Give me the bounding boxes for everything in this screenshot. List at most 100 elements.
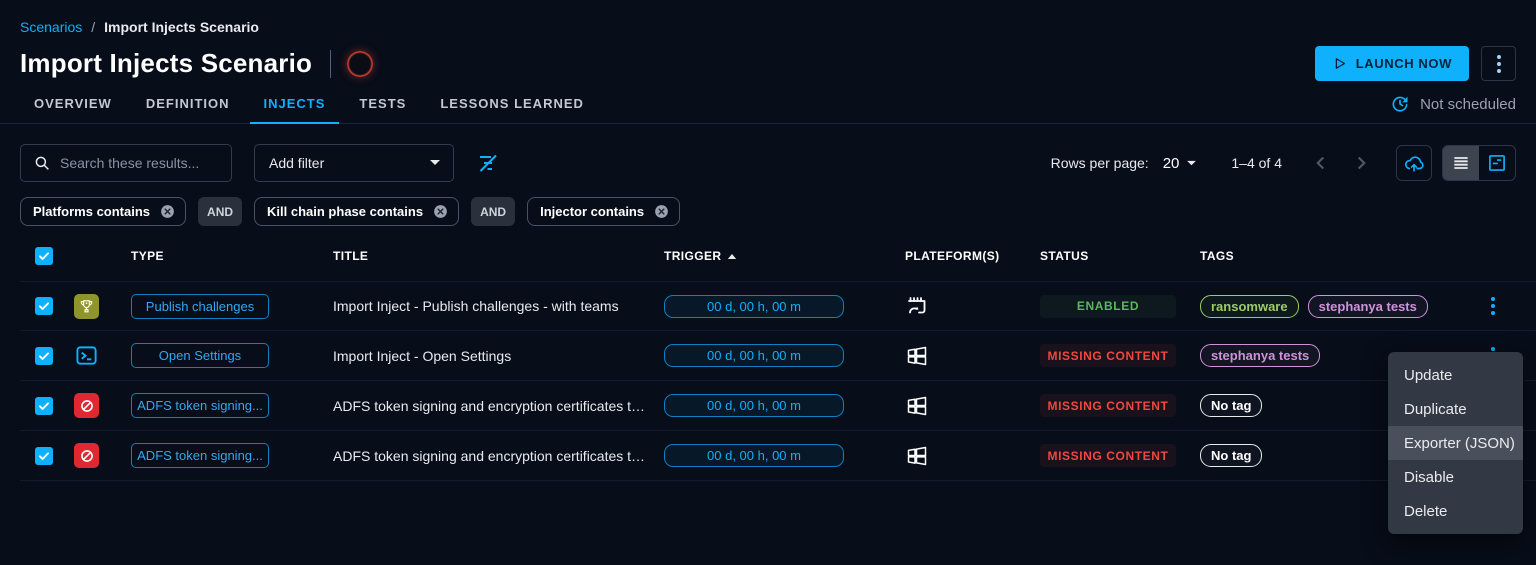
- inject-title: ADFS token signing and encryption certif…: [333, 448, 664, 464]
- pagination-chevrons: [1310, 152, 1372, 174]
- terminal-icon: [74, 343, 99, 368]
- filter-chip[interactable]: Injector contains: [527, 197, 680, 226]
- trophy-icon: [74, 294, 99, 319]
- pagination: Rows per page: 20 1–4 of 4: [1051, 145, 1516, 181]
- column-header-tags[interactable]: TAGS: [1200, 249, 1450, 263]
- row-context-menu: UpdateDuplicateExporter (JSON)DisableDel…: [1388, 352, 1523, 534]
- chip-delete-icon[interactable]: [432, 203, 449, 220]
- scenario-page: Scenarios / Import Injects Scenario Impo…: [0, 0, 1536, 565]
- cloud-upload-icon: [1403, 152, 1425, 174]
- tab-tests[interactable]: TESTS: [345, 96, 420, 123]
- column-header-platforms[interactable]: PLATEFORM(S): [905, 249, 1040, 263]
- chip-delete-icon[interactable]: [653, 203, 670, 220]
- distribution-view-icon: [1487, 153, 1507, 173]
- filter-chip[interactable]: Platforms contains: [20, 197, 186, 226]
- context-menu-item[interactable]: Update: [1388, 358, 1523, 392]
- tab-overview[interactable]: OVERVIEW: [20, 96, 126, 123]
- tag-chip: No tag: [1200, 444, 1262, 467]
- list-view-button[interactable]: [1443, 146, 1479, 180]
- filter-operator-chip: AND: [198, 197, 242, 226]
- chevron-down-icon: [429, 159, 441, 167]
- table-row[interactable]: ADFS token signing... ADFS token signing…: [20, 381, 1536, 431]
- tab-definition[interactable]: DEFINITION: [132, 96, 244, 123]
- filter-chip-label: Injector contains: [540, 204, 644, 219]
- tabs-bar: OVERVIEWDEFINITIONINJECTSTESTSLESSONS LE…: [0, 89, 1536, 124]
- launch-now-label: LAUNCH NOW: [1356, 56, 1452, 71]
- rows-per-page-label: Rows per page:: [1051, 155, 1149, 171]
- inject-type-chip: ADFS token signing...: [131, 443, 269, 468]
- search-icon: [33, 154, 51, 172]
- windows-icon: [905, 444, 1040, 468]
- select-all-checkbox[interactable]: [35, 247, 53, 265]
- row-kebab-button[interactable]: [1487, 293, 1499, 319]
- inject-title: Import Inject - Open Settings: [333, 348, 664, 364]
- inject-type-chip: Open Settings: [131, 343, 269, 368]
- inject-type-chip: Publish challenges: [131, 294, 269, 319]
- sort-asc-icon: [727, 253, 737, 260]
- tab-injects[interactable]: INJECTS: [250, 96, 340, 123]
- distribution-view-button[interactable]: [1479, 146, 1515, 180]
- filter-chip[interactable]: Kill chain phase contains: [254, 197, 459, 226]
- context-menu-item[interactable]: Disable: [1388, 460, 1523, 494]
- rows-per-page-value: 20: [1163, 155, 1180, 172]
- blocked-icon: [74, 393, 99, 418]
- table-row[interactable]: Publish challenges Import Inject - Publi…: [20, 281, 1536, 331]
- context-menu-item[interactable]: Duplicate: [1388, 392, 1523, 426]
- table-row[interactable]: ADFS token signing... ADFS token signing…: [20, 431, 1536, 481]
- tab-lessons-learned[interactable]: LESSONS LEARNED: [426, 96, 598, 123]
- column-header-trigger[interactable]: TRIGGER: [664, 249, 905, 263]
- trigger-chip: 00 d, 00 h, 00 m: [664, 295, 844, 318]
- row-checkbox[interactable]: [35, 397, 53, 415]
- table-header: TYPE TITLE TRIGGER PLATEFORM(S) STATUS T…: [20, 231, 1536, 281]
- kebab-icon: [1497, 55, 1501, 73]
- schedule-status: Not scheduled: [1390, 94, 1516, 123]
- column-header-status[interactable]: STATUS: [1040, 249, 1200, 263]
- breadcrumb-scenarios-link[interactable]: Scenarios: [20, 19, 82, 35]
- context-menu-item[interactable]: Exporter (JSON): [1388, 426, 1523, 460]
- trigger-chip: 00 d, 00 h, 00 m: [664, 394, 844, 417]
- rows-per-page-select[interactable]: 20: [1163, 155, 1198, 172]
- windows-icon: [905, 344, 1040, 368]
- launch-now-button[interactable]: LAUNCH NOW: [1315, 46, 1469, 81]
- table-body: Publish challenges Import Inject - Publi…: [0, 281, 1536, 481]
- add-filter-label: Add filter: [269, 155, 324, 171]
- active-filters-row: Platforms contains AND Kill chain phase …: [0, 182, 1536, 226]
- row-checkbox[interactable]: [35, 447, 53, 465]
- title-row: Import Injects Scenario LAUNCH NOW: [0, 35, 1536, 79]
- chevron-down-icon: [1186, 160, 1197, 167]
- clear-filters-button[interactable]: [476, 151, 500, 175]
- next-page-button[interactable]: [1350, 152, 1372, 174]
- page-title: Import Injects Scenario: [20, 48, 312, 79]
- chip-delete-icon[interactable]: [159, 203, 176, 220]
- previous-page-button[interactable]: [1310, 152, 1332, 174]
- severity-orb-icon: [347, 51, 373, 77]
- inject-type-chip: ADFS token signing...: [131, 393, 269, 418]
- add-filter-select[interactable]: Add filter: [254, 144, 454, 182]
- tag-chip: stephanya tests: [1308, 295, 1428, 318]
- tabs: OVERVIEWDEFINITIONINJECTSTESTSLESSONS LE…: [20, 96, 598, 123]
- status-badge: ENABLED: [1040, 295, 1176, 318]
- trigger-chip: 00 d, 00 h, 00 m: [664, 344, 844, 367]
- column-header-title[interactable]: TITLE: [333, 249, 664, 263]
- tag-chip: ransomware: [1200, 295, 1299, 318]
- tag-chip: No tag: [1200, 394, 1262, 417]
- windows-icon: [905, 394, 1040, 418]
- breadcrumb-current: Import Injects Scenario: [104, 19, 259, 35]
- export-button[interactable]: [1396, 145, 1432, 181]
- context-menu-item[interactable]: Delete: [1388, 494, 1523, 528]
- column-header-type[interactable]: TYPE: [131, 249, 333, 263]
- filter-list-off-icon: [476, 151, 500, 175]
- view-toggle: [1442, 145, 1516, 181]
- trigger-chip: 00 d, 00 h, 00 m: [664, 444, 844, 467]
- scenario-kebab-button[interactable]: [1481, 46, 1516, 81]
- update-clock-icon: [1390, 94, 1410, 114]
- filter-chip-label: Kill chain phase contains: [267, 204, 423, 219]
- status-badge: MISSING CONTENT: [1040, 344, 1176, 367]
- column-header-trigger-label: TRIGGER: [664, 249, 721, 263]
- table-row[interactable]: Open Settings Import Inject - Open Setti…: [20, 331, 1536, 381]
- search-box: [20, 144, 232, 182]
- search-input[interactable]: [60, 155, 219, 171]
- row-checkbox[interactable]: [35, 297, 53, 315]
- breadcrumb-separator: /: [91, 19, 95, 35]
- row-checkbox[interactable]: [35, 347, 53, 365]
